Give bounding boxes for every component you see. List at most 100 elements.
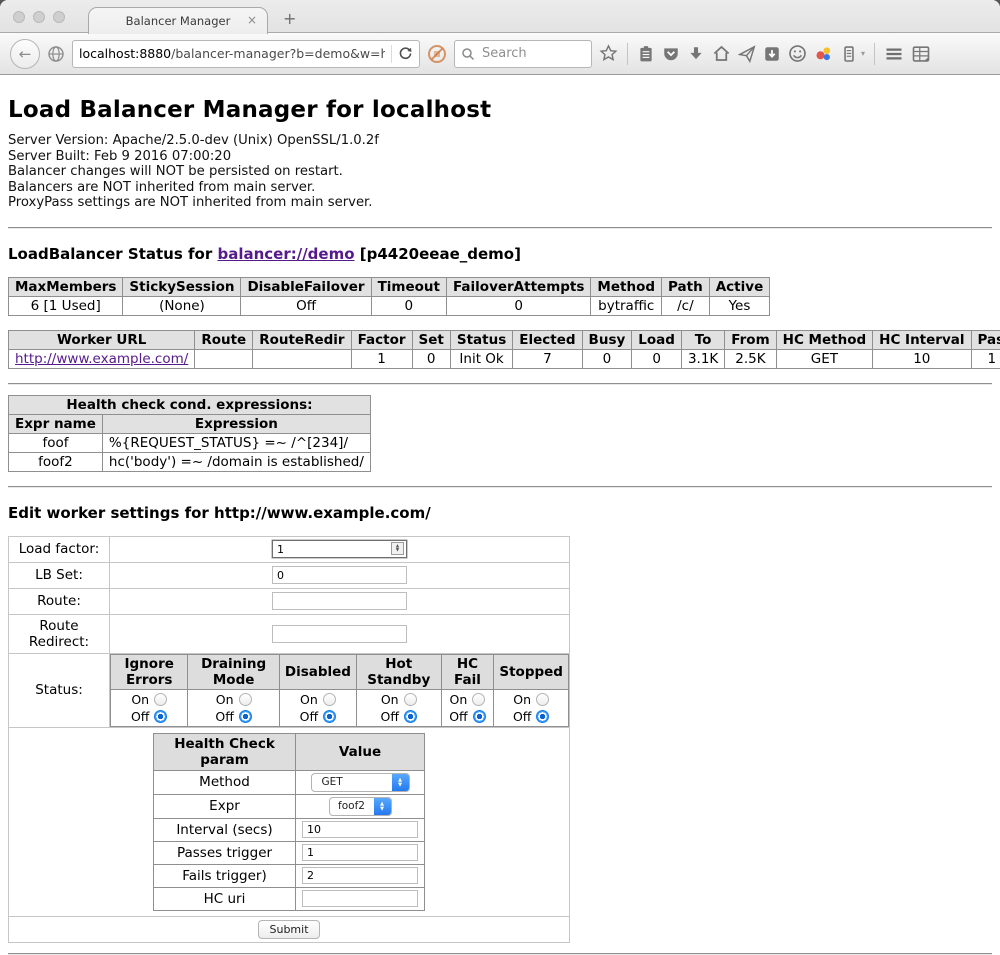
route-input[interactable] — [272, 592, 407, 610]
url-text[interactable]: localhost:8880/balancer-manager?b=demo&w… — [79, 46, 385, 61]
hc-fail-on-radio[interactable] — [472, 693, 485, 706]
stopped-off-radio[interactable] — [536, 710, 549, 723]
expr-row-foof: foof %{REQUEST_STATUS} =~ /^[234]/ — [9, 433, 371, 452]
col-disabled: Disabled — [279, 654, 356, 689]
route-redirect-input[interactable] — [272, 625, 407, 643]
expr-header-row: Expr name Expression — [9, 414, 371, 433]
search-bar[interactable] — [454, 40, 592, 68]
load-factor-cell: ▲▼ — [110, 536, 570, 562]
hc-fail-off-radio[interactable] — [473, 710, 486, 723]
col-hc-value: Value — [296, 733, 425, 770]
hc-expr-cell: foof2 ▲▼ — [296, 794, 425, 818]
disabled-on-radio[interactable] — [323, 693, 336, 706]
ignore-errors-off-radio[interactable] — [154, 710, 167, 723]
minimize-window-button[interactable] — [33, 11, 45, 23]
window-controls[interactable] — [13, 11, 65, 23]
inherit-note-line: Balancers are NOT inherited from main se… — [8, 180, 992, 196]
chevron-down-icon[interactable]: ▾ — [861, 49, 865, 58]
draining-mode-on-radio[interactable] — [239, 693, 252, 706]
cell-to: 3.1K — [681, 349, 724, 368]
off-label: Off — [449, 709, 467, 724]
url-host: localhost:8880 — [79, 46, 171, 61]
page-content: Load Balancer Manager for localhost Serv… — [0, 97, 1000, 955]
server-built-line: Server Built: Feb 9 2016 07:00:20 — [8, 149, 992, 165]
worker-data-row: http://www.example.com/ 1 0 Init Ok 7 0 … — [9, 349, 1000, 368]
hc-passes-row: Passes trigger — [154, 841, 425, 864]
device-sync-button[interactable] — [840, 45, 858, 63]
hc-interval-input[interactable] — [302, 821, 418, 838]
cell-set: 0 — [412, 349, 450, 368]
draining-mode-off-radio[interactable] — [239, 710, 252, 723]
send-tab-button[interactable] — [738, 45, 756, 63]
feedback-button[interactable] — [788, 44, 807, 63]
on-label: On — [513, 692, 531, 707]
disabled-off-radio[interactable] — [323, 710, 336, 723]
plugin-blocked-button[interactable] — [427, 44, 447, 64]
status-options-table: Ignore Errors Draining Mode Disabled Hot… — [110, 654, 569, 727]
hc-passes-input[interactable] — [302, 844, 418, 861]
balancer-demo-link[interactable]: balancer://demo — [217, 245, 354, 263]
lb-set-input[interactable] — [272, 566, 407, 584]
hot-standby-on-radio[interactable] — [404, 693, 417, 706]
expr-select[interactable]: foof2 ▲▼ — [329, 797, 392, 816]
draining-mode-cell: On Off — [188, 689, 279, 726]
extension-colored-dots-button[interactable] — [814, 44, 833, 63]
toolbar-divider — [627, 43, 628, 65]
site-identity-button[interactable] — [47, 45, 65, 63]
hot-standby-off-radio[interactable] — [404, 710, 417, 723]
zoom-window-button[interactable] — [53, 11, 65, 23]
url-bar[interactable]: localhost:8880/balancer-manager?b=demo&w… — [72, 40, 420, 68]
submit-button[interactable]: Submit — [258, 920, 319, 939]
new-tab-button[interactable]: + — [283, 9, 296, 28]
worker-url-link[interactable]: http://www.example.com/ — [15, 351, 188, 367]
home-button[interactable] — [712, 44, 731, 63]
reading-list-button[interactable] — [637, 45, 655, 63]
col-route: Route — [195, 330, 253, 349]
persist-note-line: Balancer changes will NOT be persisted o… — [8, 164, 992, 180]
col-from: From — [725, 330, 776, 349]
health-check-param-table: Health Check param Value Method GET ▲▼ — [153, 733, 425, 911]
col-active: Active — [709, 277, 770, 296]
downloads-button[interactable] — [687, 45, 705, 63]
col-status: Status — [450, 330, 512, 349]
hc-uri-input[interactable] — [302, 890, 418, 907]
pocket-button[interactable] — [662, 45, 680, 63]
cell-load: 0 — [632, 349, 682, 368]
method-select[interactable]: GET ▲▼ — [311, 773, 410, 792]
reload-icon[interactable] — [398, 46, 413, 61]
menu-button[interactable] — [884, 44, 904, 64]
hc-expr-row: Expr foof2 ▲▼ — [154, 794, 425, 818]
health-check-expressions-table: Health check cond. expressions: Expr nam… — [8, 395, 371, 472]
hc-interval-cell — [296, 818, 425, 841]
back-button[interactable]: ← — [10, 39, 40, 69]
load-factor-label: Load factor: — [9, 536, 110, 562]
search-input[interactable] — [480, 45, 570, 62]
divider-2 — [8, 383, 992, 385]
hc-fails-label: Fails trigger) — [154, 864, 296, 887]
col-factor: Factor — [351, 330, 412, 349]
save-to-device-button[interactable] — [763, 45, 781, 63]
col-method: Method — [591, 277, 662, 296]
number-spinner-icon[interactable]: ▲▼ — [391, 542, 404, 555]
tab-close-icon[interactable]: × — [247, 13, 257, 27]
expr-row-foof2: foof2 hc('body') =~ /domain is establish… — [9, 452, 371, 471]
hc-fails-input[interactable] — [302, 867, 418, 884]
close-window-button[interactable] — [13, 11, 25, 23]
tab-balancer-manager[interactable]: Balancer Manager × — [88, 7, 268, 34]
col-busy: Busy — [582, 330, 632, 349]
bookmark-star-button[interactable] — [599, 44, 618, 63]
tab-groups-button[interactable] — [911, 44, 931, 64]
toolbar-divider-2 — [874, 43, 875, 65]
urlbar-divider — [391, 45, 392, 63]
cell-stickysession: (None) — [123, 296, 241, 315]
off-label: Off — [131, 709, 149, 724]
load-factor-input[interactable] — [272, 540, 407, 558]
status-heading-suffix: [p4420eeae_demo] — [355, 245, 521, 263]
health-check-row: Health Check param Value Method GET ▲▼ — [9, 727, 570, 916]
col-hc-method: HC Method — [776, 330, 873, 349]
ignore-errors-on-radio[interactable] — [154, 693, 167, 706]
ignore-errors-cell: On Off — [111, 689, 188, 726]
hc-passes-label: Passes trigger — [154, 841, 296, 864]
stopped-on-radio[interactable] — [536, 693, 549, 706]
col-timeout: Timeout — [371, 277, 446, 296]
